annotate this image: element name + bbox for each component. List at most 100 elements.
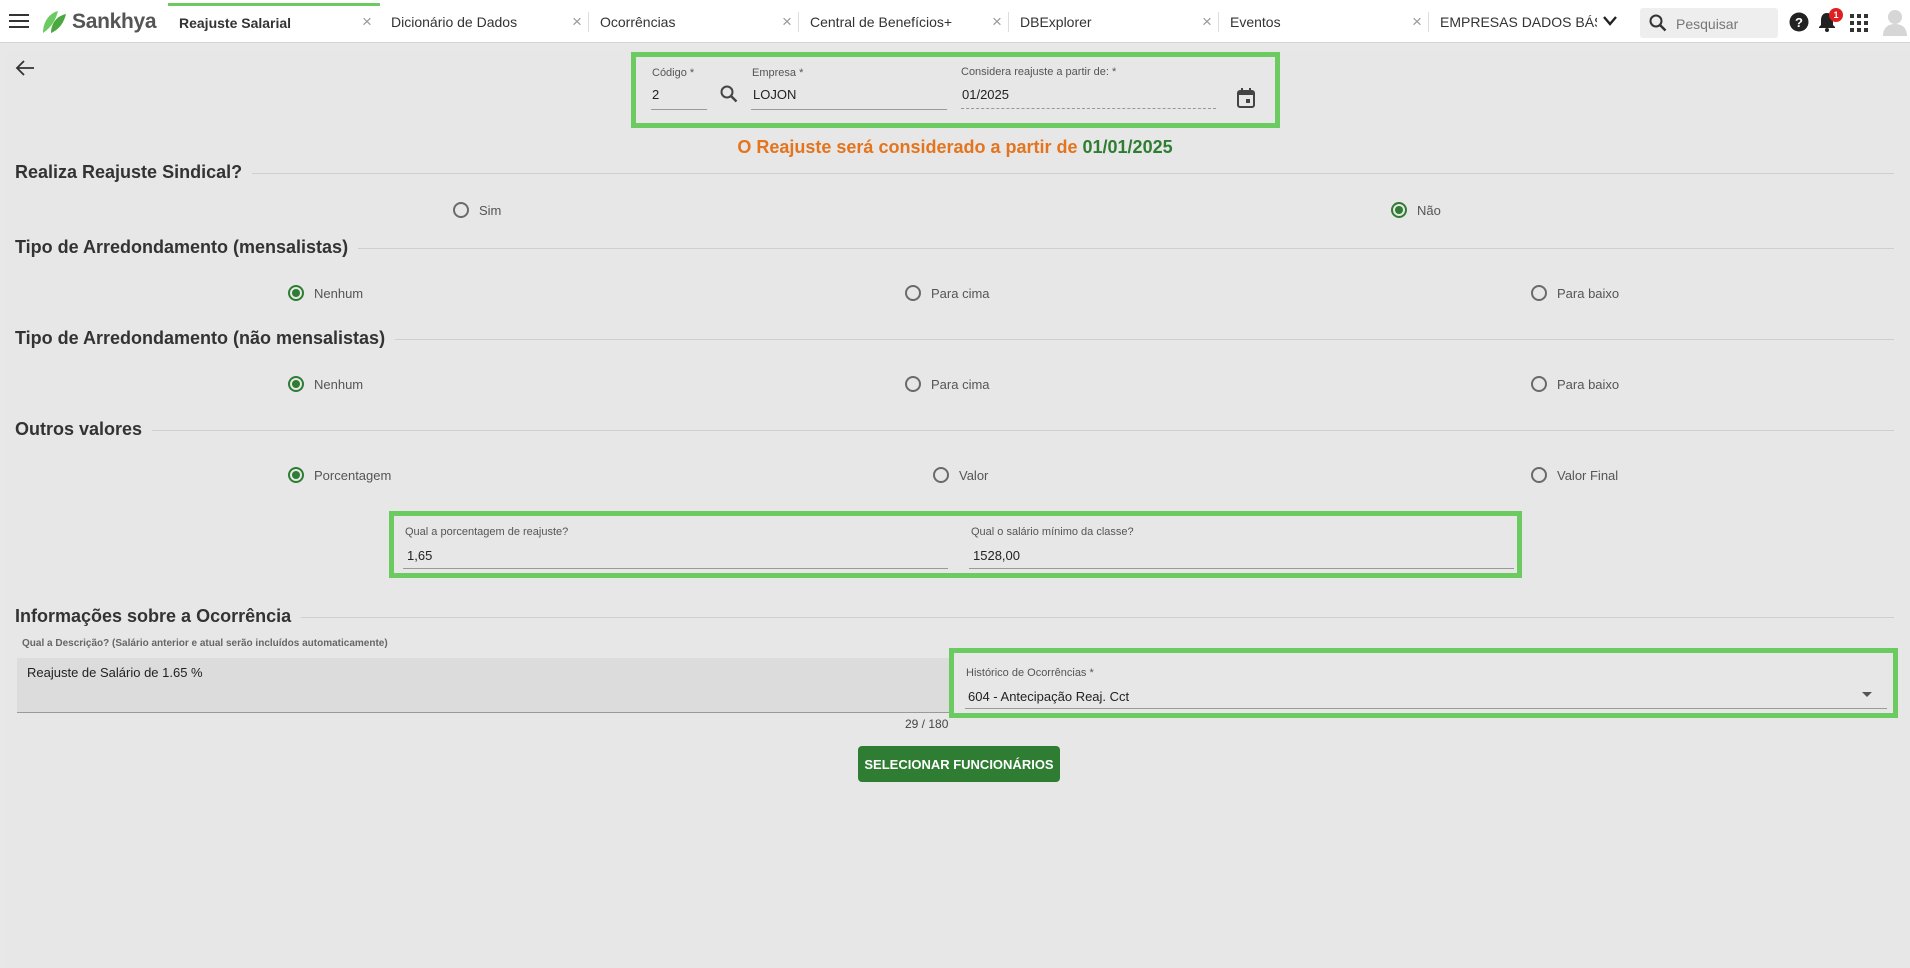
search-input[interactable] — [1674, 13, 1776, 35]
radio-porcentagem[interactable]: Porcentagem — [288, 467, 391, 483]
radio-circle — [933, 467, 949, 483]
codigo-field[interactable]: 2 — [652, 87, 659, 102]
radio-label: Para baixo — [1557, 285, 1620, 301]
tab-reajuste-salarial[interactable]: Reajuste Salarial — [168, 3, 380, 43]
search-codigo-icon[interactable] — [720, 85, 738, 103]
selecionar-funcionarios-button[interactable]: SELECIONAR FUNCIONÁRIOS — [858, 746, 1060, 782]
radio-circle — [288, 376, 304, 392]
calendar-icon[interactable] — [1237, 88, 1255, 108]
tab-label: Reajuste Salarial — [179, 15, 292, 31]
sankhya-logo[interactable]: Sankhya — [40, 9, 157, 35]
tab-label: Eventos — [1230, 14, 1281, 30]
tab-dicionario-de-dados[interactable]: Dicionário de Dados — [380, 3, 580, 43]
radio-label: Não — [1417, 202, 1441, 218]
top-bar: Sankhya Reajuste Salarial × Dicionário d… — [0, 0, 1910, 43]
close-tab-icon[interactable]: × — [572, 3, 582, 41]
porcentagem-field[interactable]: 1,65 — [407, 548, 432, 563]
salario-minimo-field[interactable]: 1528,00 — [973, 548, 1020, 563]
porcentagem-underline — [403, 568, 948, 569]
radio-nao-mensal-para-cima[interactable]: Para cima — [905, 376, 990, 392]
svg-text:?: ? — [1795, 15, 1803, 30]
tab-label: Central de Benefícios+ — [810, 14, 953, 30]
codigo-label: Código * — [652, 67, 695, 79]
radio-nao-mensal-para-baixo[interactable]: Para baixo — [1531, 376, 1619, 392]
radio-circle — [453, 202, 469, 218]
radio-circle — [1531, 285, 1547, 301]
radio-label: Sim — [479, 202, 502, 218]
historico-select[interactable]: 604 - Antecipação Reaj. Cct — [968, 689, 1129, 704]
data-reajuste-field[interactable]: 01/2025 — [962, 87, 1009, 102]
radio-circle — [1531, 376, 1547, 392]
radio-mensal-para-baixo[interactable]: Para baixo — [1531, 285, 1619, 301]
empresa-underline — [751, 109, 947, 110]
sindical-section-title: Realiza Reajuste Sindical? — [15, 162, 253, 183]
back-arrow-icon[interactable] — [15, 60, 35, 76]
radio-circle — [1391, 202, 1407, 218]
search-box[interactable] — [1640, 8, 1778, 38]
user-avatar-icon[interactable] — [1882, 8, 1908, 36]
dropdown-arrow-icon[interactable] — [1862, 692, 1872, 697]
empresa-field[interactable]: LOJON — [753, 87, 796, 102]
descricao-text: Reajuste de Salário de 1.65 % — [27, 665, 203, 680]
notification-badge: 1 — [1829, 8, 1843, 22]
salario-minimo-label: Qual o salário mínimo da classe? — [971, 526, 1134, 538]
main-panel — [7, 50, 1910, 968]
reajuste-notice: O Reajuste será considerado a partir de … — [0, 137, 1910, 158]
descricao-textarea[interactable]: Reajuste de Salário de 1.65 % — [17, 658, 952, 713]
radio-sindical-nao[interactable]: Não — [1391, 202, 1441, 218]
close-tab-icon[interactable]: × — [362, 3, 372, 41]
historico-underline — [965, 708, 1887, 709]
help-icon[interactable]: ? — [1789, 12, 1809, 32]
close-tab-icon[interactable]: × — [1412, 3, 1422, 41]
radio-circle — [905, 376, 921, 392]
radio-label: Porcentagem — [314, 467, 392, 483]
close-tab-icon[interactable]: × — [782, 3, 792, 41]
radio-circle — [905, 285, 921, 301]
historico-label: Histórico de Ocorrências * — [966, 667, 1094, 679]
radio-label: Valor Final — [1557, 467, 1619, 483]
outros-section-title: Outros valores — [15, 419, 153, 440]
sankhya-leaf-icon — [43, 11, 66, 33]
salario-minimo-underline — [969, 568, 1514, 569]
radio-label: Para cima — [931, 376, 990, 392]
arred-mensal-section-title: Tipo de Arredondamento (mensalistas) — [15, 237, 359, 258]
radio-label: Para cima — [931, 285, 990, 301]
porcentagem-label: Qual a porcentagem de reajuste? — [405, 526, 569, 538]
tab-label: DBExplorer — [1020, 14, 1092, 30]
codigo-underline — [651, 109, 707, 110]
notice-date: 01/01/2025 — [1082, 137, 1173, 157]
empresa-label: Empresa * — [752, 67, 804, 79]
radio-mensal-nenhum[interactable]: Nenhum — [288, 285, 363, 301]
descricao-label: Qual a Descrição? (Salário anterior e at… — [22, 638, 388, 649]
radio-valor-final[interactable]: Valor Final — [1531, 467, 1618, 483]
chevron-down-icon[interactable] — [1602, 12, 1618, 30]
close-tab-icon[interactable]: × — [992, 3, 1002, 41]
tab-central-de-beneficios[interactable]: Central de Benefícios+ — [799, 3, 989, 43]
radio-circle — [1531, 467, 1547, 483]
notice-text: O Reajuste será considerado a partir de — [737, 137, 1083, 157]
radio-mensal-para-cima[interactable]: Para cima — [905, 285, 990, 301]
radio-label: Para baixo — [1557, 376, 1620, 392]
tab-eventos[interactable]: Eventos — [1219, 3, 1409, 43]
radio-nao-mensal-nenhum[interactable]: Nenhum — [288, 376, 363, 392]
close-tab-icon[interactable]: × — [1202, 3, 1212, 41]
data-reajuste-underline — [961, 108, 1216, 109]
tab-label: Dicionário de Dados — [391, 14, 518, 30]
radio-label: Nenhum — [314, 285, 364, 301]
apps-grid-icon[interactable] — [1849, 13, 1869, 33]
logo-text: Sankhya — [72, 10, 157, 33]
tab-label: Ocorrências — [600, 14, 676, 30]
search-icon — [1649, 14, 1667, 32]
character-counter: 29 / 180 — [905, 717, 949, 731]
radio-valor[interactable]: Valor — [933, 467, 988, 483]
hamburger-menu-icon[interactable] — [9, 14, 29, 30]
section-divider — [15, 173, 1894, 174]
radio-circle — [288, 285, 304, 301]
section-divider — [15, 430, 1894, 431]
tab-dbexplorer[interactable]: DBExplorer — [1009, 3, 1199, 43]
tab-ocorrencias[interactable]: Ocorrências — [589, 3, 779, 43]
radio-circle — [288, 467, 304, 483]
radio-sindical-sim[interactable]: Sim — [453, 202, 501, 218]
tab-empresas-dados-basicos[interactable]: EMPRESAS DADOS BÁSI — [1429, 3, 1597, 43]
radio-label: Nenhum — [314, 376, 364, 392]
